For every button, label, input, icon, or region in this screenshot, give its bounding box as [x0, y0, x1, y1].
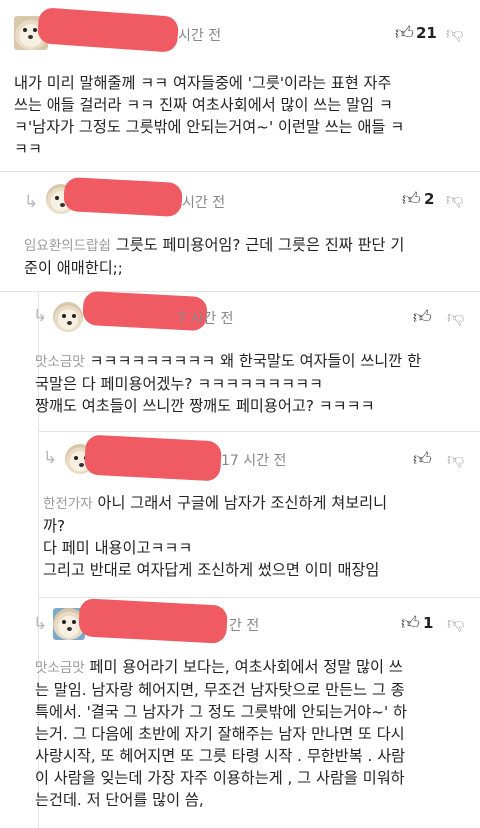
comment-line: 페미 용어라기 보다는, 여초사회에서 정말 많이 쓰: [89, 658, 403, 676]
thumb-up-icon[interactable]: 👍︎: [395, 22, 414, 44]
comment-line: 내가 미리 말해줄께 ㅋㅋ 여자들중에 '그릇'이라는 표현 자주: [14, 74, 392, 92]
comment-line: 그릇도 페미용어임? 근데 그릇은 진짜 판단 기: [115, 236, 405, 254]
avatar[interactable]: [53, 302, 83, 332]
comment-line: 는 말임. 남자랑 헤어지면, 무조건 남자탓으로 만든느 그 종: [35, 681, 405, 699]
comment-line: 쓰는 애들 걸러라 ㅋㅋ 진짜 여초사회에서 많이 쓰는 말임 ㅋ: [14, 96, 393, 114]
comment-line: 다 페미 내용이고ㅋㅋㅋ: [43, 539, 193, 557]
comment-time: 간 전: [229, 618, 260, 634]
thumb-down-icon[interactable]: 👎︎: [446, 23, 463, 44]
comment-line: ㅋ'남자가 그정도 그릇밖에 안되는거여~' 이런말 쓰는 애들 ㅋ: [14, 118, 405, 136]
thumb-down-icon[interactable]: 👎︎: [447, 307, 464, 328]
comment-body: 맛소금맛 ㅋㅋㅋㅋㅋㅋㅋㅋㅋ 왜 한국말도 여자들이 쓰니깐 한 국말은 다 페…: [35, 350, 421, 417]
comment-line: ㅋㅋㅋㅋㅋㅋㅋㅋㅋ 왜 한국말도 여자들이 쓰니깐 한: [89, 352, 422, 370]
comment-body: 내가 미리 말해줄께 ㅋㅋ 여자들중에 '그릇'이라는 표현 자주 쓰는 애들 …: [14, 72, 404, 160]
like-count: 2: [424, 190, 435, 208]
reply-comment: ↳ 7 시간 전 👍︎ 👎︎ 맛소금맛 ㅋㅋㅋㅋㅋㅋㅋㅋㅋ 왜 한국말도 여자들…: [33, 290, 480, 432]
comment-time: 시간 전: [182, 195, 226, 211]
comment-line: 사랑시작, 또 헤어지면 또 그릇 타령 시작 . 무한반복 . 사람: [35, 747, 406, 765]
commenter-nickname[interactable]: 한전가자: [43, 496, 93, 512]
reply-comment: ↳ 시간 전 👍︎ 2 👎︎ 임요환의드랍쉽 그릇도 페미용어임? 근데 그릇은…: [0, 172, 480, 292]
like-count: 21: [416, 24, 437, 42]
thumb-up-icon[interactable]: 👍︎: [413, 306, 432, 328]
comment-time: 7 시간 전: [177, 311, 234, 327]
comment-line: 특에서. '결국 그 남자가 그 정도 그릇밖에 안되는거야~' 하: [35, 703, 407, 721]
comment-line: 아니 그래서 구글에 남자가 조신하게 쳐보리니: [97, 494, 388, 512]
comment-time: 시간 전: [178, 28, 222, 44]
comment-line: 짱깨도 여초들이 쓰니깐 짱깨도 페미용어고? ㅋㅋㅋㅋ: [35, 397, 375, 415]
thumb-up-icon[interactable]: 👍︎: [402, 188, 421, 210]
thumb-down-icon[interactable]: 👎︎: [447, 449, 464, 470]
comment-line: 까?: [43, 517, 66, 535]
commenter-nickname[interactable]: 맛소금맛: [35, 660, 85, 676]
comment-line: ㅋㅋ: [14, 140, 42, 158]
thumb-up-icon[interactable]: 👍︎: [413, 448, 432, 470]
comment-body: 한전가자 아니 그래서 구글에 남자가 조신하게 쳐보리니 까? 다 페미 내용…: [43, 492, 387, 581]
redacted-username: [63, 176, 183, 218]
like-count: 1: [423, 614, 434, 632]
reply-comment: ↳ 간 전 👍︎ 1 👎︎ 맛소금맛 페미 용어라기 보다는, 여초사회에서 정…: [33, 598, 480, 828]
comment-body: 임요환의드랍쉽 그릇도 페미용어임? 근데 그릇은 진짜 판단 기 준이 애매한…: [24, 234, 404, 279]
thumb-down-icon[interactable]: 👎︎: [447, 613, 464, 634]
redacted-username: [84, 434, 222, 482]
reply-arrow-icon: ↳: [24, 192, 39, 212]
comment-line: 준이 애매한디;;: [24, 259, 123, 277]
comment-body: 맛소금맛 페미 용어라기 보다는, 여초사회에서 정말 많이 쓰 는 말임. 남…: [35, 656, 407, 811]
reply-arrow-icon: ↳: [33, 614, 48, 634]
comment: 시간 전 👍︎ 21 👎︎ 내가 미리 말해줄께 ㅋㅋ 여자들중에 '그릇'이라…: [0, 0, 480, 172]
dog-avatar-image: [53, 302, 83, 332]
reply-comment: ↳ 17 시간 전 👍︎ 👎︎ 한전가자 아니 그래서 구글에 남자가 조신하게…: [38, 432, 480, 598]
commenter-nickname[interactable]: 임요환의드랍쉽: [24, 238, 111, 254]
reply-arrow-icon: ↳: [43, 448, 58, 468]
comment-line: 는건데. 저 단어를 많이 씀,: [35, 791, 204, 809]
commenter-nickname[interactable]: 맛소금맛: [35, 354, 85, 370]
comment-line: 국말은 다 페미용어겠누? ㅋㅋㅋㅋㅋㅋㅋㅋㅋ: [35, 375, 324, 393]
comment-time: 17 시간 전: [221, 453, 287, 469]
thumb-down-icon[interactable]: 👎︎: [446, 189, 463, 210]
reply-arrow-icon: ↳: [33, 306, 48, 326]
comment-line: 그리고 반대로 여자답게 조신하게 썼으면 이미 매장임: [43, 561, 380, 579]
redacted-username: [36, 7, 180, 53]
thumb-up-icon[interactable]: 👍︎: [401, 612, 420, 634]
redacted-username: [78, 598, 228, 644]
comment-line: 는거. 그 다음에 초반에 자기 잘해주는 남자 만나면 또 다시: [35, 725, 405, 743]
comment-line: 이 사람을 잊는데 가장 자주 이용하는게 , 그 사람을 미워하: [35, 769, 405, 787]
